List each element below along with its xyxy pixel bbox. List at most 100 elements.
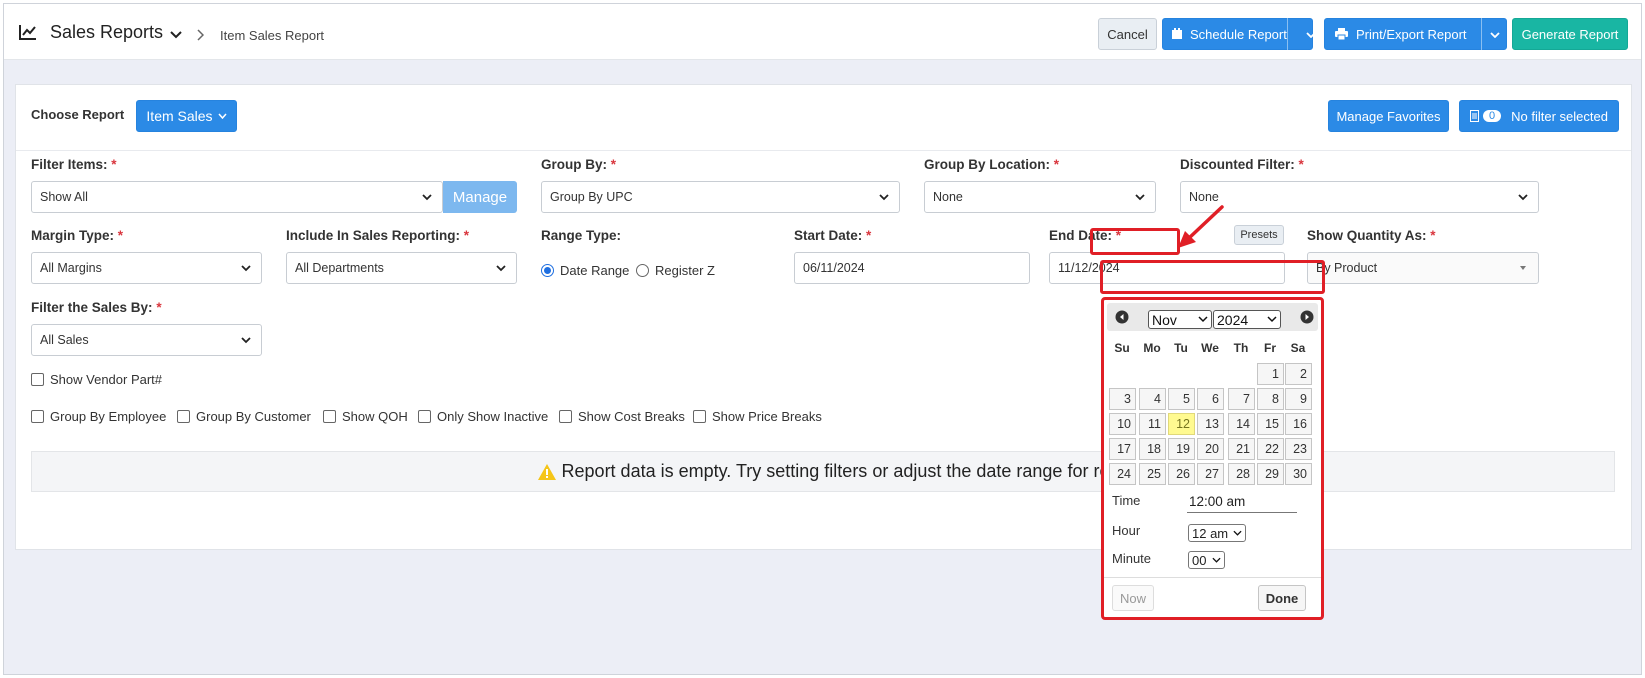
filter-items-select[interactable]: Show All: [31, 181, 443, 213]
calendar-day[interactable]: 22: [1257, 438, 1284, 460]
calendar-day[interactable]: 2: [1285, 363, 1312, 385]
calendar-icon: [1172, 28, 1182, 39]
margin-type-select[interactable]: All Margins: [31, 252, 262, 284]
calendar-day[interactable]: 6: [1197, 388, 1224, 410]
calendar-day[interactable]: 26: [1168, 463, 1195, 485]
calendar-day[interactable]: 8: [1257, 388, 1284, 410]
calendar-day[interactable]: 3: [1109, 388, 1136, 410]
minute-label: Minute: [1112, 551, 1152, 566]
time-label: Time: [1112, 493, 1141, 508]
generate-report-button[interactable]: Generate Report: [1512, 18, 1628, 50]
calendar-day[interactable]: 20: [1197, 438, 1224, 460]
calendar-day[interactable]: 5: [1168, 388, 1195, 410]
calendar-day[interactable]: 25: [1139, 463, 1166, 485]
only-show-inactive-checkbox[interactable]: Only Show Inactive: [418, 409, 548, 424]
register-z-radio[interactable]: Register Z: [636, 263, 715, 278]
chevron-down-icon[interactable]: [1306, 32, 1316, 38]
cancel-button[interactable]: Cancel: [1098, 18, 1157, 50]
calendar-day[interactable]: 10: [1109, 413, 1136, 435]
calendar-day[interactable]: 24: [1109, 463, 1136, 485]
calendar-day[interactable]: 13: [1197, 413, 1224, 435]
include-in-sales-select[interactable]: All Departments: [286, 252, 517, 284]
annotation-arrow-icon: [1178, 205, 1224, 248]
margin-type-label: Margin Type: *: [31, 228, 124, 243]
presets-button[interactable]: Presets: [1234, 225, 1284, 245]
schedule-report-button[interactable]: Schedule Report: [1162, 18, 1313, 50]
show-quantity-value: By Product: [1316, 261, 1378, 275]
calendar-day[interactable]: 17: [1109, 438, 1136, 460]
calendar-day[interactable]: 21: [1228, 438, 1255, 460]
only-show-inactive-label: Only Show Inactive: [437, 409, 549, 424]
show-price-breaks-checkbox[interactable]: Show Price Breaks: [693, 409, 822, 424]
filter-status-button[interactable]: 0 No filter selected: [1459, 100, 1619, 132]
year-value: 2024: [1217, 311, 1249, 328]
calendar-day[interactable]: 29: [1257, 463, 1284, 485]
done-button[interactable]: Done: [1258, 585, 1306, 611]
show-qoh-checkbox[interactable]: Show QOH: [323, 409, 408, 424]
month-select[interactable]: Nov: [1148, 310, 1212, 329]
date-range-radio[interactable]: Date Range: [541, 263, 629, 278]
calendar-day[interactable]: 27: [1197, 463, 1224, 485]
calendar-day-selected[interactable]: 12: [1168, 413, 1195, 435]
minute-select[interactable]: 00: [1188, 551, 1225, 569]
checkbox-icon: [177, 410, 190, 423]
discounted-filter-select[interactable]: None: [1180, 181, 1539, 213]
show-cost-breaks-label: Show Cost Breaks: [578, 409, 685, 424]
group-by-employee-checkbox[interactable]: Group By Employee: [31, 409, 166, 424]
document-icon: [1470, 110, 1479, 122]
filter-sales-by-value: All Sales: [40, 333, 89, 347]
calendar-day[interactable]: 18: [1139, 438, 1166, 460]
calendar-day[interactable]: 28: [1228, 463, 1255, 485]
year-select[interactable]: 2024: [1213, 310, 1281, 329]
discounted-filter-label: Discounted Filter: *: [1180, 157, 1304, 172]
prev-month-icon[interactable]: [1115, 310, 1129, 324]
calendar-day[interactable]: 9: [1285, 388, 1312, 410]
start-date-label: Start Date: *: [794, 228, 872, 243]
filter-sales-by-label: Filter the Sales By: *: [31, 300, 162, 315]
time-underline: [1187, 512, 1297, 513]
hour-select[interactable]: 12 am: [1188, 524, 1246, 542]
calendar-day[interactable]: 7: [1228, 388, 1255, 410]
calendar-day[interactable]: 11: [1139, 413, 1166, 435]
chevron-down-icon: [1198, 316, 1208, 323]
item-sales-dropdown[interactable]: Item Sales: [136, 100, 237, 132]
date-picker-header: Nov 2024: [1107, 303, 1318, 331]
group-by-location-select[interactable]: None: [924, 181, 1156, 213]
calendar-day[interactable]: 15: [1257, 413, 1284, 435]
manage-button[interactable]: Manage: [443, 181, 517, 213]
calendar-day[interactable]: 23: [1285, 438, 1312, 460]
now-button[interactable]: Now: [1112, 585, 1154, 611]
line-chart-icon: [19, 25, 36, 40]
empty-report-notice: Report data is empty. Try setting filter…: [31, 451, 1615, 492]
start-date-value: 06/11/2024: [803, 261, 865, 275]
calendar-day[interactable]: 14: [1228, 413, 1255, 435]
group-by-select[interactable]: Group By UPC: [541, 181, 900, 213]
group-by-location-value: None: [933, 190, 963, 204]
show-vendor-part-checkbox[interactable]: Show Vendor Part#: [31, 372, 162, 387]
weekday-label: We: [1201, 341, 1219, 355]
chevron-down-icon[interactable]: [1490, 32, 1500, 38]
next-month-icon[interactable]: [1300, 310, 1314, 324]
filter-sales-by-select[interactable]: All Sales: [31, 324, 262, 356]
filter-status-label: No filter selected: [1511, 108, 1608, 124]
calendar-day[interactable]: 1: [1257, 363, 1284, 385]
empty-report-message: Report data is empty. Try setting filter…: [561, 461, 1110, 481]
calendar-day[interactable]: 19: [1168, 438, 1195, 460]
show-cost-breaks-checkbox[interactable]: Show Cost Breaks: [559, 409, 685, 424]
group-by-customer-checkbox[interactable]: Group By Customer: [177, 409, 311, 424]
page-title: Sales Reports: [50, 22, 164, 42]
chevron-down-icon[interactable]: [170, 31, 182, 39]
print-export-button[interactable]: Print/Export Report: [1324, 18, 1507, 50]
manage-favorites-button[interactable]: Manage Favorites: [1328, 100, 1449, 132]
item-sales-label: Item Sales: [146, 108, 213, 124]
show-quantity-select[interactable]: By Product: [1307, 252, 1539, 284]
show-price-breaks-label: Show Price Breaks: [712, 409, 822, 424]
calendar-day[interactable]: 30: [1285, 463, 1312, 485]
start-date-input[interactable]: 06/11/2024: [794, 252, 1030, 284]
breadcrumb: Item Sales Report: [220, 28, 325, 43]
warning-icon: [537, 463, 556, 480]
weekday-label: Fr: [1264, 341, 1276, 355]
calendar-day[interactable]: 16: [1285, 413, 1312, 435]
calendar-day[interactable]: 4: [1139, 388, 1166, 410]
top-bar: Sales Reports Item Sales Report Cancel S…: [4, 4, 1641, 60]
